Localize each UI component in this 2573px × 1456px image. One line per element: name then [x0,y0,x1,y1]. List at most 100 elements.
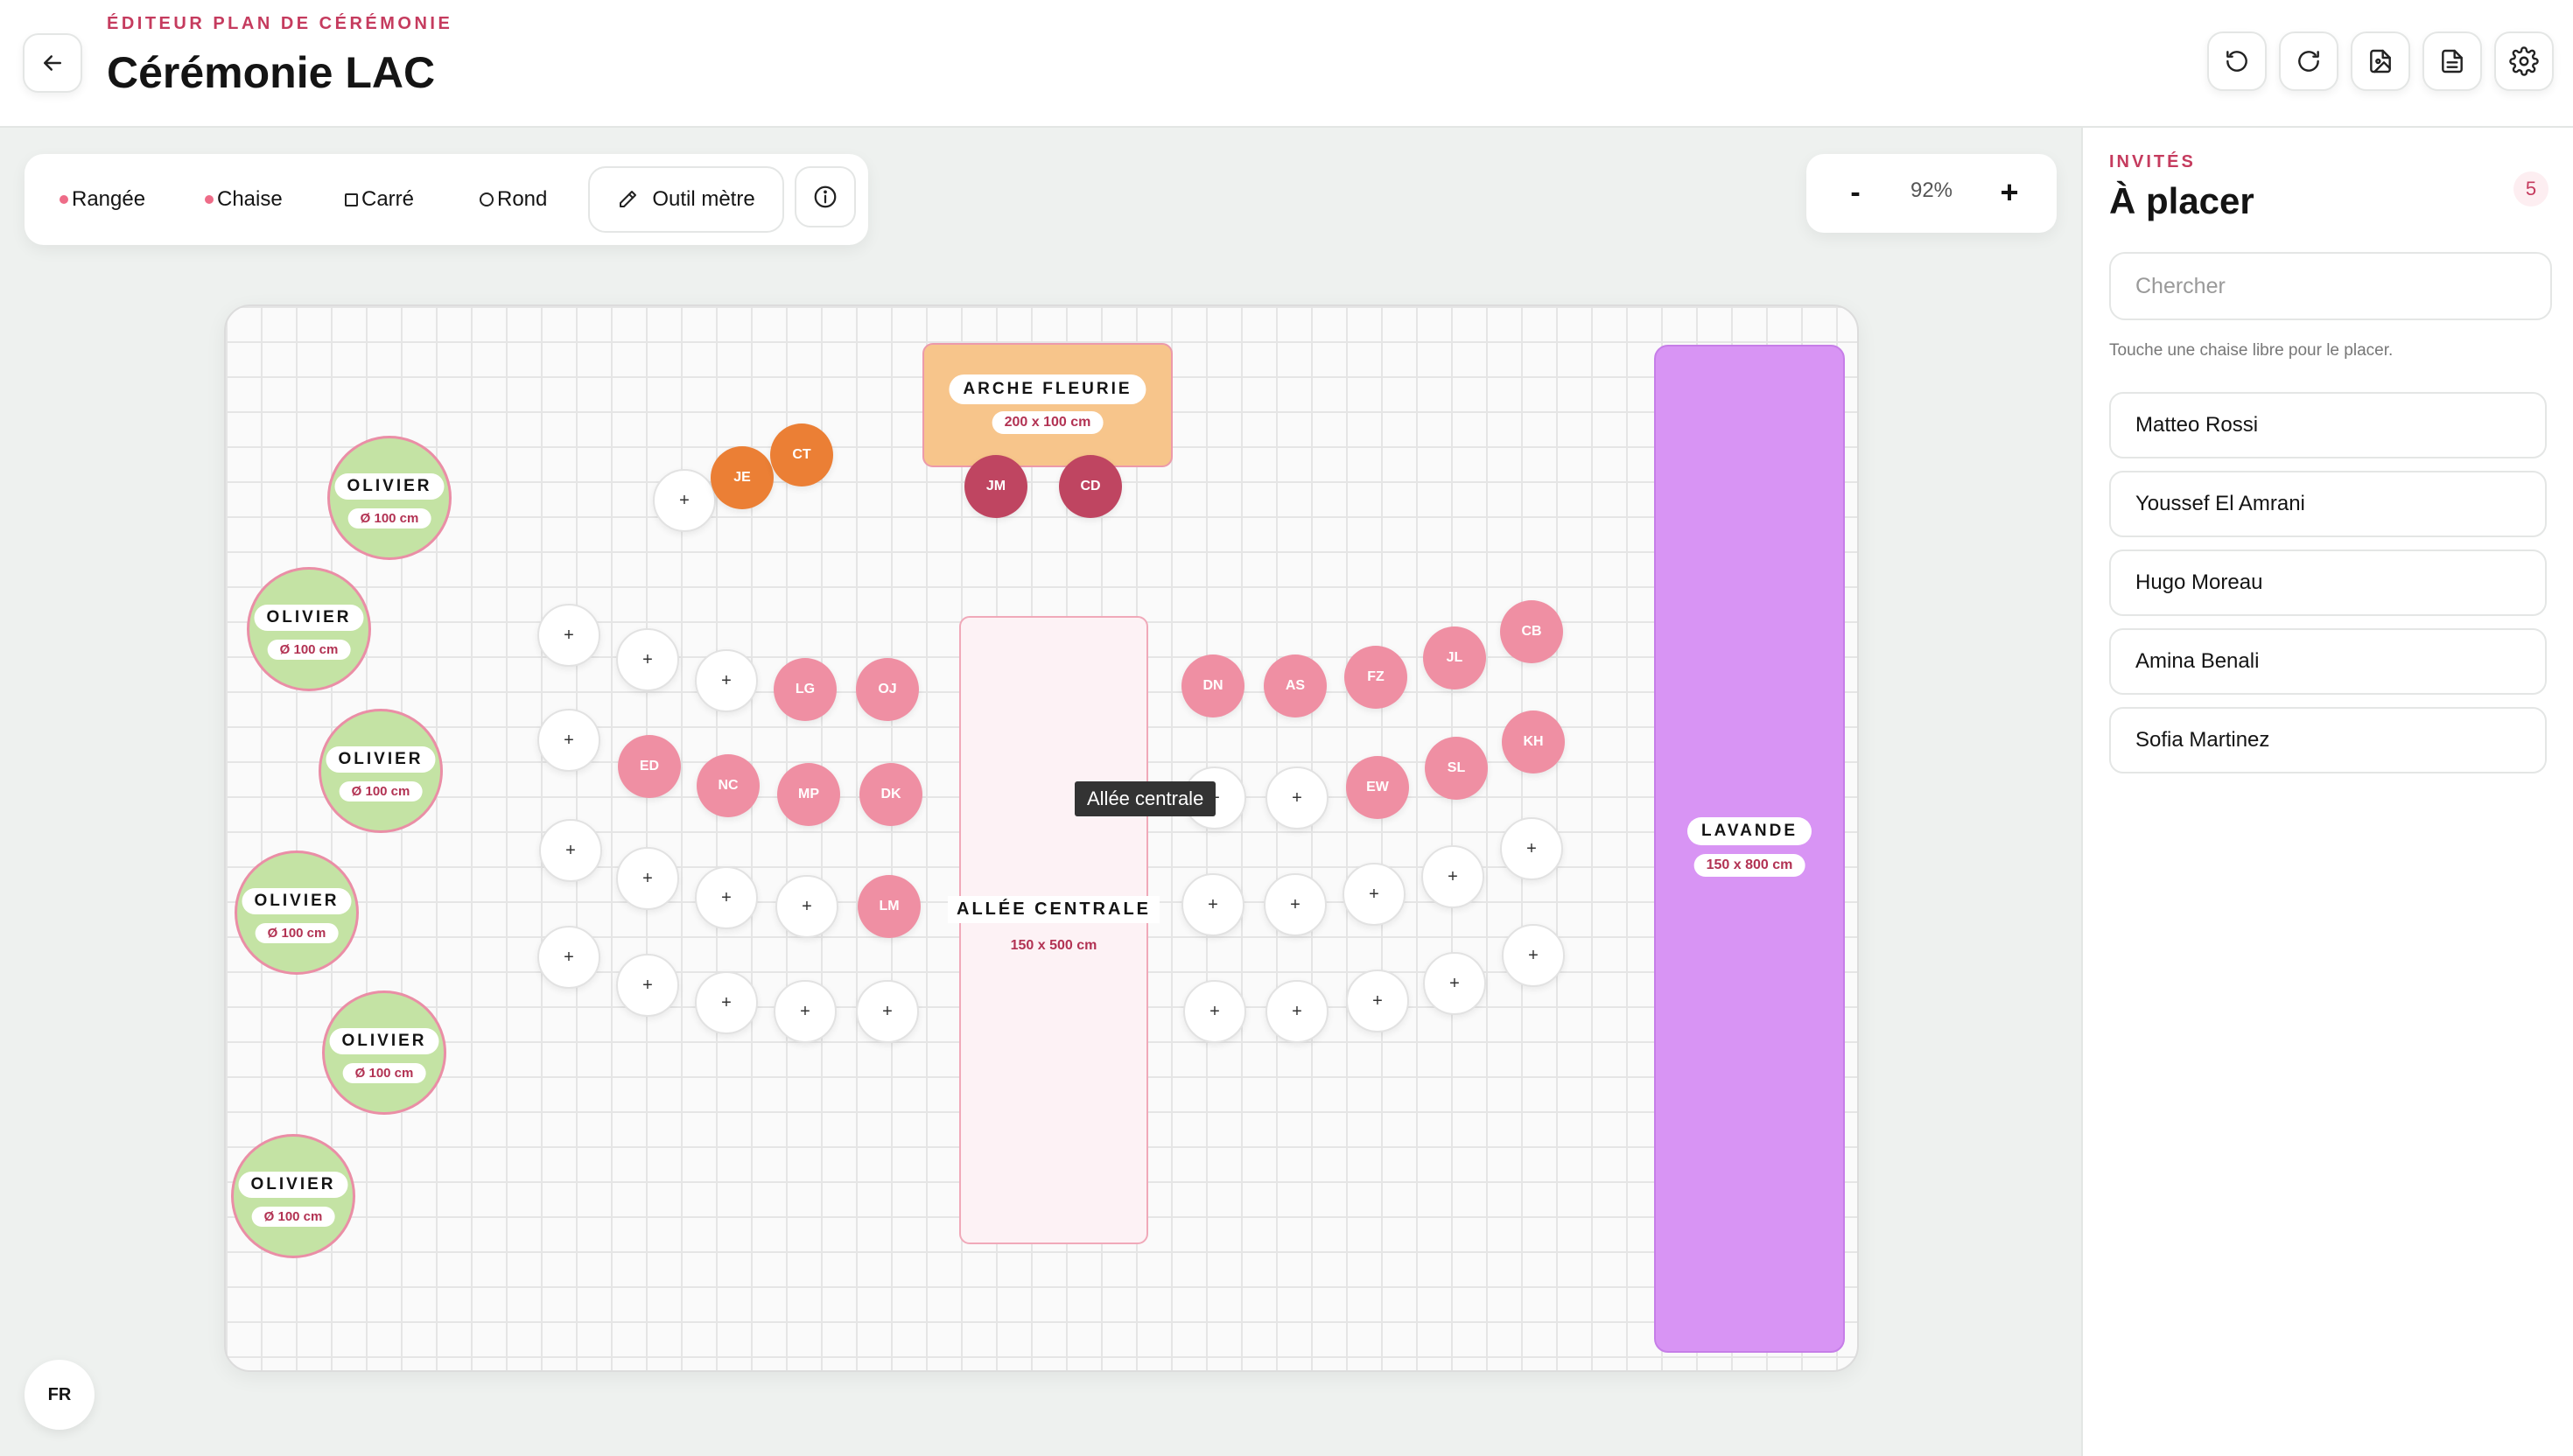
guest-item[interactable]: Matteo Rossi [2109,392,2547,458]
seated-chair[interactable]: AS [1264,654,1327,718]
empty-chair[interactable]: + [653,469,716,532]
flower-arch[interactable]: ARCHE FLEURIE 200 x 100 cm [922,343,1173,467]
export-image-icon [2370,49,2391,74]
seated-chair[interactable]: JL [1423,626,1486,690]
export-document-icon [2442,49,2463,74]
back-button[interactable] [23,33,82,93]
seated-chair[interactable]: NC [697,754,760,817]
zoom-level: 92% [1910,178,1953,202]
empty-chair[interactable]: + [537,604,600,667]
empty-chair[interactable]: + [537,709,600,772]
olive-tree-name: OLIVIER [254,605,364,631]
seated-chair[interactable]: OJ [856,658,919,721]
empty-chair[interactable]: + [774,980,837,1043]
seated-chair[interactable]: ED [618,735,681,798]
empty-chair[interactable]: + [1502,924,1565,987]
zoom-control: - 92% + [1806,154,2057,233]
zoom-out-button[interactable]: - [1838,173,1873,212]
seated-chair[interactable]: FZ [1344,646,1407,709]
info-button[interactable] [795,166,856,228]
olive-tree[interactable]: OLIVIER Ø 100 cm [231,1134,355,1258]
lavender-name: LAVANDE [1686,817,1812,845]
guest-item[interactable]: Sofia Martinez [2109,707,2547,774]
tool-round[interactable]: Rond [480,182,547,217]
empty-chair[interactable]: + [1265,980,1329,1043]
arrow-left-icon [44,55,61,71]
seated-chair[interactable]: DN [1181,654,1244,718]
meter-tool-button[interactable]: Outil mètre [588,166,784,233]
olive-tree[interactable]: OLIVIER Ø 100 cm [235,850,359,975]
empty-chair[interactable]: + [1346,970,1409,1032]
seated-chair[interactable]: LG [774,658,837,721]
seated-chair[interactable]: MP [777,763,840,826]
seated-chair[interactable]: KH [1502,710,1565,774]
seated-chair[interactable]: SL [1425,737,1488,800]
meter-tool-label: Outil mètre [652,187,755,211]
guest-search-input[interactable] [2109,252,2552,320]
settings-button[interactable] [2494,32,2554,91]
empty-chair[interactable]: + [695,649,758,712]
empty-chair[interactable]: + [1421,845,1484,908]
olive-tree-name: OLIVIER [329,1028,439,1054]
tool-chair[interactable]: Chaise [205,182,283,217]
seated-chair[interactable]: JM [964,455,1027,518]
empty-chair[interactable]: + [1500,817,1563,880]
redo-button[interactable] [2279,32,2338,91]
element-toolbar: Rangée Chaise Carré Rond Outil mètre [25,154,868,245]
seated-chair[interactable]: CD [1059,455,1122,518]
circle-icon [480,192,494,206]
sidebar-title: À placer [2109,180,2254,221]
info-icon [814,186,837,208]
zoom-in-button[interactable]: + [1990,173,2029,212]
sidebar-hint: Touche une chaise libre pour le placer. [2109,341,2394,360]
olive-tree[interactable]: OLIVIER Ø 100 cm [327,436,452,560]
seated-chair[interactable]: EW [1346,756,1409,819]
seated-chair[interactable]: JE [711,446,774,509]
guest-item[interactable]: Amina Benali [2109,628,2547,695]
undo-button[interactable] [2207,32,2267,91]
olive-tree-name: OLIVIER [334,473,445,500]
seated-chair[interactable]: LM [858,875,921,938]
guest-item[interactable]: Youssef El Amrani [2109,471,2547,537]
tool-round-label: Rond [497,187,548,211]
export-image-button[interactable] [2351,32,2410,91]
empty-chair[interactable]: + [775,875,838,938]
arch-name: ARCHE FLEURIE [949,374,1146,404]
olive-tree-size: Ø 100 cm [255,923,339,943]
language-button[interactable]: FR [25,1360,95,1430]
undo-icon [2226,51,2247,72]
empty-chair[interactable]: + [1181,873,1244,936]
square-icon [345,192,358,206]
olive-tree-size: Ø 100 cm [342,1063,426,1083]
central-aisle[interactable]: ALLÉE CENTRALE 150 x 500 cm [948,616,1160,1244]
empty-chair[interactable]: + [1183,980,1246,1043]
olive-tree-size: Ø 100 cm [251,1207,335,1227]
empty-chair[interactable]: + [695,866,758,929]
tool-square[interactable]: Carré [345,182,414,217]
empty-chair[interactable]: + [1423,952,1486,1015]
seated-chair[interactable]: CB [1500,600,1563,663]
tool-row[interactable]: Rangée [60,182,145,217]
olive-tree[interactable]: OLIVIER Ø 100 cm [322,990,446,1115]
empty-chair[interactable]: + [1264,873,1327,936]
seated-chair[interactable]: DK [859,763,922,826]
empty-chair[interactable]: + [856,980,919,1043]
seated-chair[interactable]: CT [770,424,833,486]
empty-chair[interactable]: + [616,847,679,910]
empty-chair[interactable]: + [695,971,758,1034]
guest-item[interactable]: Hugo Moreau [2109,550,2547,616]
olive-tree[interactable]: OLIVIER Ø 100 cm [247,567,371,691]
empty-chair[interactable]: + [537,926,600,989]
empty-chair[interactable]: + [1343,863,1406,926]
lavender-bed[interactable]: LAVANDE 150 x 800 cm [1654,345,1845,1353]
empty-chair[interactable]: + [616,954,679,1017]
empty-chair[interactable]: + [1265,766,1329,830]
empty-chair[interactable]: + [616,628,679,691]
tool-square-label: Carré [361,187,415,211]
pencil-icon [620,191,637,207]
olive-tree[interactable]: OLIVIER Ø 100 cm [319,709,443,833]
page-title: Cérémonie LAC [107,48,436,97]
tool-row-label: Rangée [72,187,146,211]
export-document-button[interactable] [2422,32,2482,91]
empty-chair[interactable]: + [539,819,602,882]
